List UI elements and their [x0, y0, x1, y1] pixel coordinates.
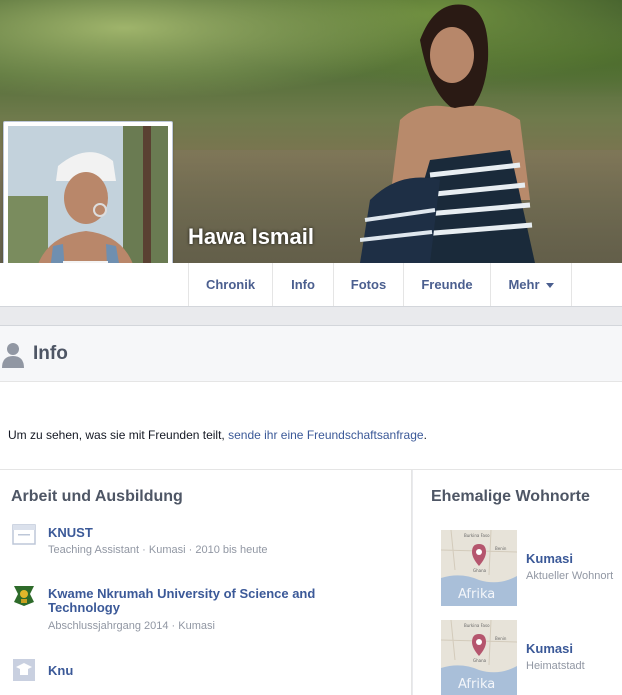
- notice-end: .: [423, 428, 427, 442]
- info-title: Info: [33, 343, 68, 364]
- map-tag: Ghana: [473, 568, 487, 573]
- map-thumbnail[interactable]: Burkina Faso Benin Ghana Afrika: [441, 620, 517, 695]
- tab-fotos[interactable]: Fotos: [333, 263, 403, 306]
- work-item-meta: Teaching Assistant · Kumasi · 2010 bis h…: [48, 544, 268, 556]
- places-section: Ehemalige Wohnorte Burkina Faso Benin Gh…: [413, 470, 622, 695]
- work-item-name[interactable]: Kwame Nkrumah University of Science and …: [48, 587, 348, 615]
- places-section-title: Ehemalige Wohnorte: [431, 488, 590, 505]
- chevron-down-icon: [545, 283, 554, 289]
- map-tag: Burkina Faso: [464, 533, 490, 538]
- friend-request-link[interactable]: sende ihr eine Freundschaftsanfrage: [228, 428, 423, 442]
- map-tag: Burkina Faso: [464, 623, 490, 628]
- person-icon: [2, 343, 24, 368]
- profile-name[interactable]: Hawa Ismail: [188, 224, 314, 250]
- tab-info[interactable]: Info: [272, 263, 333, 306]
- tab-chronik[interactable]: Chronik: [188, 263, 272, 306]
- place-subtitle: Heimatstadt: [526, 660, 585, 672]
- work-education-section: Arbeit und Ausbildung KNUST Teaching Ass…: [0, 470, 412, 695]
- tab-freunde[interactable]: Freunde: [403, 263, 490, 306]
- friend-request-notice: Um zu sehen, was sie mit Freunden teilt,…: [0, 382, 622, 470]
- map-label: Afrika: [458, 587, 495, 602]
- profile-tab-bar: Chronik Info Fotos Freunde Mehr: [0, 263, 622, 307]
- graduation-cap-icon: [13, 659, 35, 681]
- tab-mehr-label: Mehr: [508, 277, 540, 292]
- tab-mehr[interactable]: Mehr: [490, 263, 572, 306]
- university-crest-icon: [14, 586, 34, 606]
- cover-person-figure: [360, 4, 535, 263]
- map-tag: Benin: [495, 546, 507, 551]
- place-name[interactable]: Kumasi: [526, 641, 573, 656]
- map-image: Burkina Faso Benin Ghana Afrika: [441, 530, 517, 606]
- place-name[interactable]: Kumasi: [526, 551, 573, 566]
- work-section-title: Arbeit und Ausbildung: [11, 488, 183, 505]
- work-item-name[interactable]: KNUST: [48, 526, 348, 540]
- map-label: Afrika: [458, 677, 495, 692]
- info-section-header: Info: [0, 325, 622, 382]
- notice-text: Um zu sehen, was sie mit Freunden teilt,…: [8, 428, 427, 442]
- map-tag: Ghana: [473, 658, 487, 663]
- profile-photo-image: [8, 126, 168, 286]
- work-item-name[interactable]: Knu: [48, 664, 348, 678]
- place-subtitle: Aktueller Wohnort: [526, 570, 614, 582]
- notice-prefix: Um zu sehen, was sie mit Freunden teilt,: [8, 428, 229, 442]
- map-thumbnail[interactable]: Burkina Faso Benin Ghana Afrika: [441, 530, 517, 606]
- work-item-meta: Abschlussjahrgang 2014 · Kumasi: [48, 620, 215, 632]
- map-tag: Benin: [495, 636, 507, 641]
- map-image: Burkina Faso Benin Ghana Afrika: [441, 620, 517, 695]
- briefcase-icon: [12, 524, 36, 545]
